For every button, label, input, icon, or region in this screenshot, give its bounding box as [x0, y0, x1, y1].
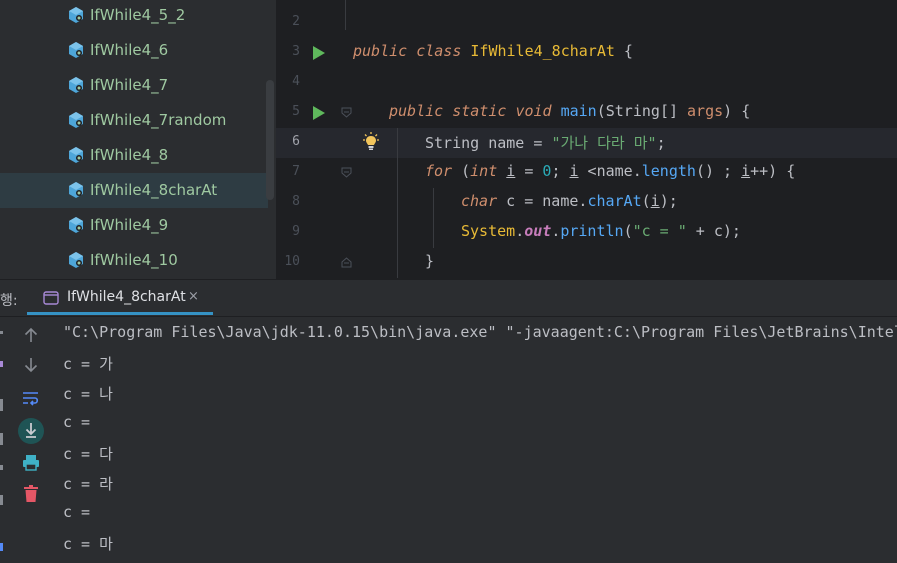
java-class-file-icon — [69, 217, 83, 233]
indent-guide — [433, 188, 434, 248]
run-toolbar — [0, 317, 52, 563]
java-class-file-icon — [69, 42, 83, 58]
line-number: 8 — [292, 194, 300, 209]
edge-toolbar-mark — [0, 399, 3, 411]
tree-item-label: IfWhile4_8 — [90, 146, 169, 164]
line-number: 4 — [292, 74, 300, 89]
code-text: public static void main(String[] args) { — [389, 102, 751, 120]
console-line: c = 라 — [63, 475, 113, 493]
line-number: 3 — [292, 44, 300, 59]
java-class-file-icon — [69, 182, 83, 198]
print-icon[interactable] — [22, 454, 40, 471]
java-class-file-icon — [69, 112, 83, 128]
tree-item-label: IfWhile4_7random — [90, 111, 227, 129]
console-line: c = 가 — [63, 355, 113, 373]
line-number: 5 — [292, 104, 300, 119]
code-text: } — [425, 252, 435, 270]
line-number: 7 — [292, 164, 300, 179]
java-class-file-icon — [69, 252, 83, 268]
edge-toolbar-mark — [0, 465, 3, 470]
code-line-4: 4 — [276, 68, 897, 98]
fold-close-icon[interactable] — [341, 257, 352, 268]
tab-label: IfWhile4_8charAt — [67, 289, 186, 305]
tree-item-label: IfWhile4_7 — [90, 76, 169, 94]
code-line-6: 6 String name = "가나 다라 마"; — [276, 128, 897, 158]
console-line: c = 다 — [63, 445, 113, 463]
intention-bulb-icon[interactable] — [362, 132, 380, 152]
indent-guide — [397, 128, 398, 278]
tree-item-ifwhile4-8charat[interactable]: IfWhile4_8charAt — [0, 173, 268, 208]
console-line: c = — [63, 503, 109, 521]
run-header: 행: IfWhile4_8charAt × — [0, 280, 897, 317]
scroll-to-end-icon[interactable] — [17, 417, 45, 445]
run-window-icon — [43, 291, 59, 305]
tree-item-ifwhile4-5-2[interactable]: IfWhile4_5_2 — [0, 0, 268, 33]
tree-item-ifwhile4-8[interactable]: IfWhile4_8 — [0, 138, 268, 173]
java-class-file-icon — [69, 147, 83, 163]
console-line: c = 나 — [63, 385, 113, 403]
tab-underline — [27, 312, 213, 315]
code-text: for (int i = 0; i <name.length() ; i++) … — [425, 162, 796, 180]
console-line: c = 마 — [63, 535, 113, 553]
edge-toolbar-mark — [0, 361, 3, 367]
java-class-file-icon — [69, 77, 83, 93]
code-line-8: 8 char c = name.charAt(i); — [276, 188, 897, 218]
tree-item-ifwhile4-7random[interactable]: IfWhile4_7random — [0, 103, 268, 138]
code-line-2: 2 — [276, 8, 897, 38]
line-number: 9 — [292, 224, 300, 239]
line-number: 6 — [292, 134, 300, 149]
line-number: 2 — [292, 14, 300, 29]
code-text: char c = name.charAt(i); — [461, 192, 678, 210]
run-gutter-icon[interactable] — [313, 46, 325, 60]
code-line-7: 7 for (int i = 0; i <name.length() ; i++… — [276, 158, 897, 188]
code-line-5: 5 public static void main(String[] args)… — [276, 98, 897, 128]
run-tool-window: 행: IfWhile4_8charAt × "C:\Program Files\… — [0, 279, 897, 563]
code-line-9: 9 System.out.println("c = " + c); — [276, 218, 897, 248]
code-text: String name = "가나 다라 마"; — [425, 134, 666, 152]
code-text: public class IfWhile4_8charAt { — [353, 42, 633, 60]
run-gutter-icon[interactable] — [313, 106, 325, 120]
console-output[interactable]: "C:\Program Files\Java\jdk-11.0.15\bin\j… — [52, 317, 897, 563]
tree-item-label: IfWhile4_6 — [90, 41, 169, 59]
soft-wrap-icon[interactable] — [22, 390, 40, 406]
tree-item-label: IfWhile4_8charAt — [90, 181, 218, 199]
edge-toolbar-mark — [0, 331, 3, 334]
indent-guide — [345, 0, 346, 30]
edge-toolbar-mark — [0, 433, 3, 445]
edge-toolbar-mark — [0, 495, 3, 505]
fold-open-icon[interactable] — [341, 107, 352, 118]
trash-icon[interactable] — [24, 485, 38, 502]
line-number: 10 — [284, 254, 300, 269]
code-line-3: 3 public class IfWhile4_8charAt { — [276, 38, 897, 68]
console-line: "C:\Program Files\Java\jdk-11.0.15\bin\j… — [63, 323, 897, 341]
tree-item-ifwhile4-9[interactable]: IfWhile4_9 — [0, 208, 268, 243]
edge-toolbar-mark — [0, 543, 3, 551]
tree-item-ifwhile4-10[interactable]: IfWhile4_10 — [0, 243, 268, 278]
project-tree: IfWhile4_5_2 IfWhile4_6 IfWhile4_7 IfWhi… — [0, 0, 276, 279]
tree-item-ifwhile4-6[interactable]: IfWhile4_6 — [0, 33, 268, 68]
console-line: c = — [63, 413, 109, 431]
fold-open-icon[interactable] — [341, 167, 352, 178]
java-class-file-icon — [69, 7, 83, 23]
tree-item-ifwhile4-7[interactable]: IfWhile4_7 — [0, 68, 268, 103]
tree-item-label: IfWhile4_9 — [90, 216, 169, 234]
run-config-tab[interactable]: IfWhile4_8charAt × — [27, 280, 213, 315]
tree-scrollbar[interactable] — [266, 80, 274, 200]
tree-item-label: IfWhile4_10 — [90, 251, 178, 269]
code-text: System.out.println("c = " + c); — [461, 222, 741, 240]
arrow-down-icon[interactable] — [24, 357, 38, 373]
tree-item-label: IfWhile4_5_2 — [90, 6, 186, 24]
code-editor[interactable]: 2 3 public class IfWhile4_8charAt { 4 5 … — [276, 0, 897, 279]
run-title: 행: — [0, 293, 18, 309]
arrow-up-icon[interactable] — [24, 327, 38, 343]
code-line-10: 10 } — [276, 248, 897, 278]
close-icon[interactable]: × — [188, 289, 199, 304]
